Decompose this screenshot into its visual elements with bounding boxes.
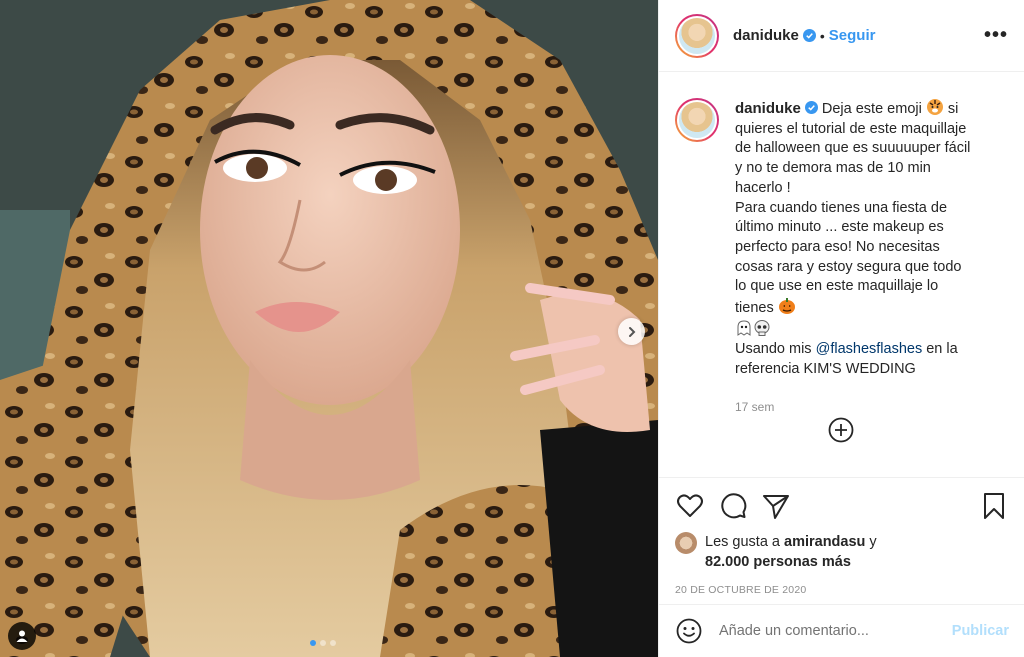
post-sidebar: daniduke • Seguir ••• daniduke Deja este… [658, 0, 1024, 657]
verified-badge-icon [802, 29, 816, 42]
follow-button[interactable]: Seguir [829, 27, 876, 44]
post-actions: Les gusta a amirandasu y 82.000 personas… [659, 477, 1024, 596]
carousel-dot [330, 640, 336, 646]
bookmark-icon[interactable] [979, 491, 1009, 521]
separator-bullet: • [819, 27, 825, 44]
caption-username[interactable]: daniduke [735, 100, 801, 117]
comment-input[interactable] [719, 623, 952, 639]
comment-icon[interactable] [718, 491, 748, 521]
caption-part1: Deja este emoji [821, 101, 926, 117]
caption-part3: Para cuando tienes una fiesta de último … [735, 199, 962, 317]
verified-badge-icon [804, 101, 818, 114]
caption-text: daniduke Deja este emoji si quieres el t… [735, 98, 971, 380]
ghost-emoji-icon [737, 320, 751, 336]
caption-timestamp: 17 sem [735, 399, 775, 414]
smiley-icon[interactable] [675, 617, 703, 645]
action-icons [675, 490, 1009, 522]
more-options-button[interactable]: ••• [984, 24, 1008, 47]
carousel-next-button[interactable] [618, 318, 645, 345]
caption: daniduke Deja este emoji si quieres el t… [675, 98, 1008, 380]
user-tags-button[interactable] [8, 622, 36, 650]
plus-circle-icon[interactable] [827, 416, 855, 444]
carousel-indicator [310, 640, 336, 646]
add-comment-bar: Publicar [659, 604, 1024, 657]
mention-link[interactable]: @flashesflashes [816, 341, 923, 357]
share-icon[interactable] [761, 491, 791, 521]
skull-emoji-icon [754, 319, 770, 336]
liker-username[interactable]: amirandasu [784, 534, 865, 550]
heart-icon[interactable] [675, 491, 705, 521]
publish-button[interactable]: Publicar [952, 623, 1009, 639]
user-tag-icon [16, 630, 28, 642]
carousel-dot [310, 640, 316, 646]
liker-avatar[interactable] [675, 532, 697, 554]
post-photo[interactable] [0, 0, 658, 657]
likes-conj: y [865, 534, 877, 550]
selfie-image [0, 0, 658, 657]
avatar-image [677, 100, 717, 140]
post-username[interactable]: daniduke [733, 27, 799, 44]
chevron-right-icon [628, 326, 635, 337]
likes-count[interactable]: 82.000 personas más [705, 554, 851, 570]
avatar[interactable] [675, 13, 719, 58]
post-header: daniduke • Seguir ••• [659, 0, 1024, 72]
avatar-image [677, 15, 717, 56]
carousel-dot [320, 640, 326, 646]
caption-part4-prefix: Usando mis [735, 341, 816, 358]
caption-avatar[interactable] [675, 98, 719, 142]
likes-summary: Les gusta a amirandasu y 82.000 personas… [675, 532, 1009, 572]
likes-prefix: Les gusta a [705, 534, 784, 550]
tiger-emoji-icon [926, 99, 943, 115]
pumpkin-emoji-icon [778, 298, 795, 315]
post-date[interactable]: 20 DE OCTUBRE DE 2020 [675, 584, 1009, 596]
